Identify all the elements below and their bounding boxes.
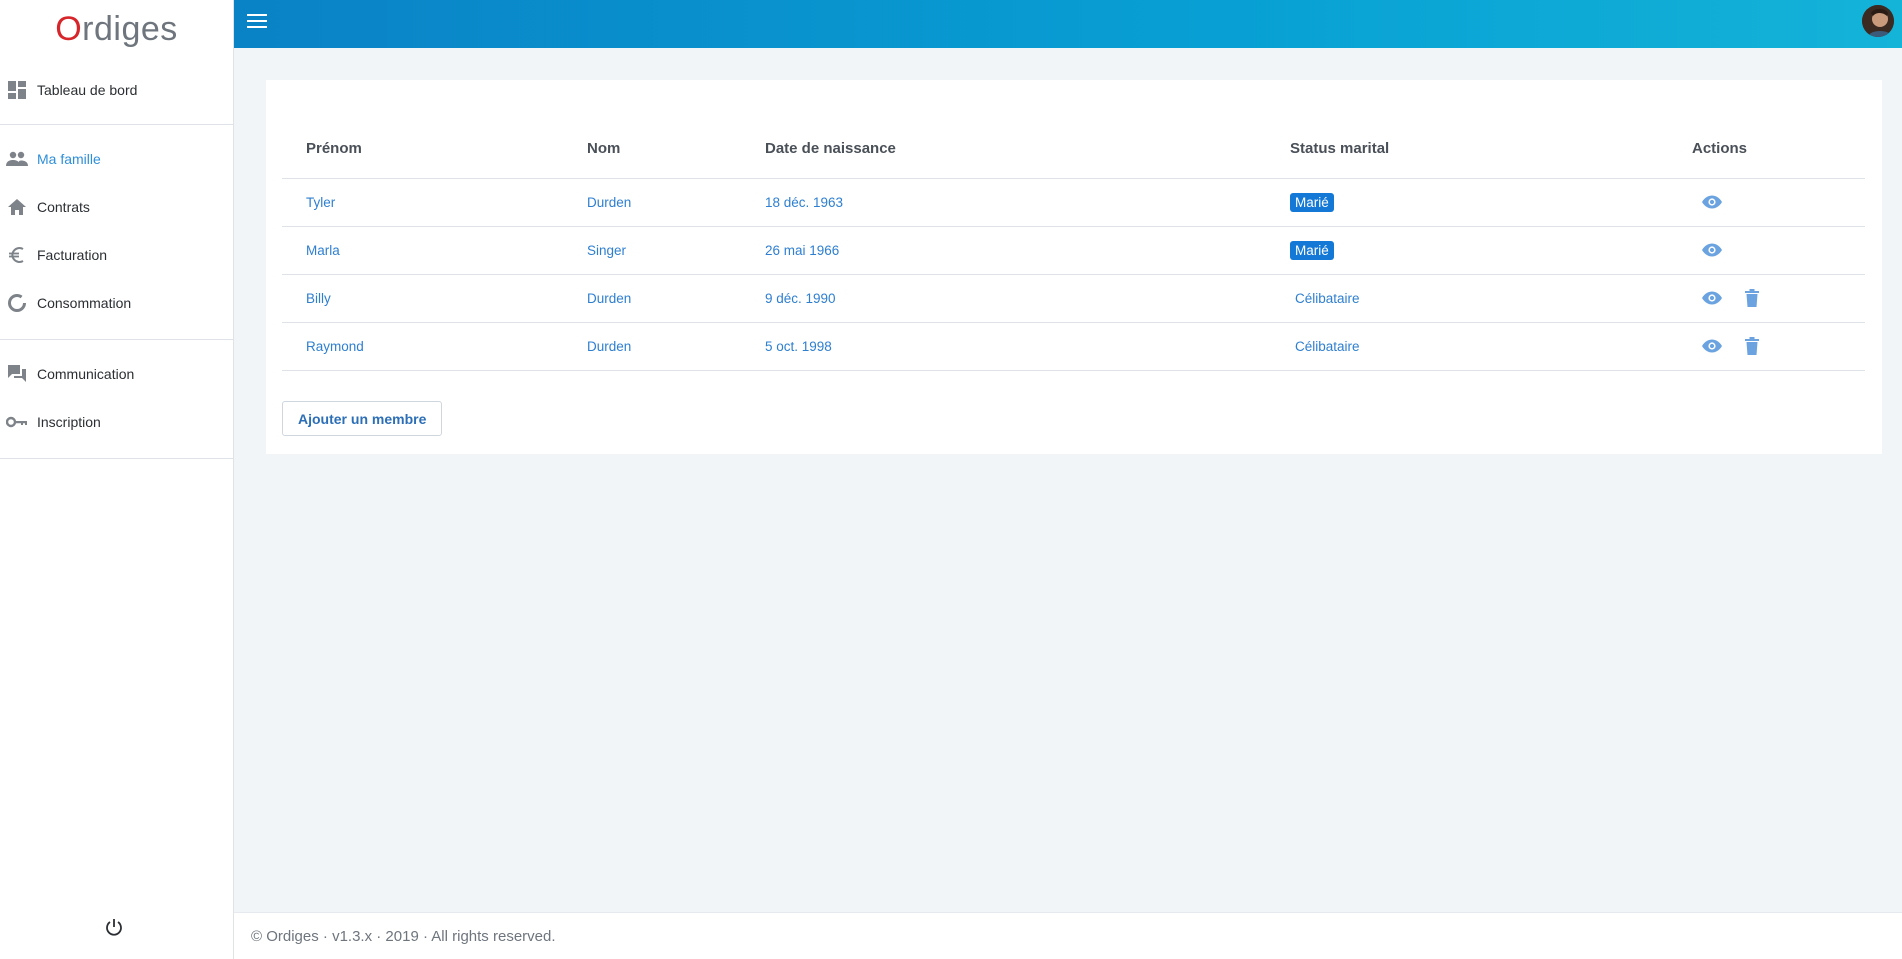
sidebar: Ordiges Tableau de bord Ma famille Contr… [0, 0, 234, 959]
column-header-nom[interactable]: Nom [587, 120, 765, 179]
column-header-date[interactable]: Date de naissance [765, 120, 1290, 179]
logo-first-letter: O [55, 9, 83, 48]
cell-status: Marié [1290, 226, 1692, 275]
dashboard-icon [6, 79, 28, 101]
hamburger-icon[interactable] [247, 14, 267, 30]
cell-prenom[interactable]: Tyler [282, 178, 587, 227]
trash-icon[interactable] [1740, 334, 1764, 358]
table-row[interactable]: Raymond Durden 5 oct. 1998 Célibataire [282, 322, 1865, 371]
cell-prenom[interactable]: Billy [282, 274, 587, 323]
cell-date[interactable]: 5 oct. 1998 [765, 322, 1290, 371]
sidebar-item-contrats[interactable]: Contrats [0, 183, 233, 231]
sidebar-item-communication[interactable]: Communication [0, 350, 233, 398]
family-card: Prénom Nom Date de naissance Status mari… [266, 80, 1882, 454]
column-header-status[interactable]: Status marital [1290, 120, 1692, 179]
key-icon [6, 411, 28, 433]
family-table: Prénom Nom Date de naissance Status mari… [282, 120, 1865, 371]
eye-icon[interactable] [1700, 238, 1724, 262]
chat-icon [6, 363, 28, 385]
sidebar-item-label: Ma famille [37, 151, 101, 167]
column-header-prenom[interactable]: Prénom [282, 120, 587, 179]
sidebar-item-ma-famille[interactable]: Ma famille [0, 135, 233, 183]
table-row[interactable]: Tyler Durden 18 déc. 1963 Marié [282, 178, 1865, 227]
euro-icon [6, 244, 28, 266]
cell-status: Marié [1290, 178, 1692, 227]
sidebar-item-facturation[interactable]: Facturation [0, 231, 233, 279]
status-text: Célibataire [1295, 338, 1360, 354]
app-logo[interactable]: Ordiges [0, 0, 233, 58]
cell-nom[interactable]: Singer [587, 226, 765, 275]
sidebar-item-label: Inscription [37, 414, 101, 430]
cell-prenom[interactable]: Raymond [282, 322, 587, 371]
nav-group-main: Tableau de bord [0, 58, 233, 125]
sidebar-item-tableau-de-bord[interactable]: Tableau de bord [0, 66, 233, 114]
sidebar-item-inscription[interactable]: Inscription [0, 398, 233, 446]
cell-actions [1692, 322, 1865, 371]
status-badge: Marié [1290, 192, 1334, 212]
sidebar-item-consommation[interactable]: Consommation [0, 279, 233, 327]
cell-status: Célibataire [1290, 322, 1692, 371]
cell-actions [1692, 226, 1865, 275]
cell-actions [1692, 274, 1865, 323]
table-row[interactable]: Billy Durden 9 déc. 1990 Célibataire [282, 274, 1865, 323]
top-bar [234, 0, 1902, 48]
power-icon [104, 917, 124, 942]
nav-group-account: Communication Inscription [0, 340, 233, 459]
cell-actions [1692, 178, 1865, 227]
cell-date[interactable]: 9 déc. 1990 [765, 274, 1290, 323]
column-header-actions: Actions [1692, 120, 1865, 179]
eye-icon[interactable] [1700, 334, 1724, 358]
footer-text: © Ordiges · v1.3.x · 2019 · All rights r… [251, 927, 556, 945]
table-header-row: Prénom Nom Date de naissance Status mari… [282, 120, 1865, 179]
table-row[interactable]: Marla Singer 26 mai 1966 Marié [282, 226, 1865, 275]
status-text: Célibataire [1295, 290, 1360, 306]
sidebar-item-label: Tableau de bord [37, 82, 138, 98]
add-member-button[interactable]: Ajouter un membre [282, 401, 443, 436]
cell-status: Célibataire [1290, 274, 1692, 323]
people-icon [6, 148, 28, 170]
donut-icon [6, 292, 28, 314]
cell-nom[interactable]: Durden [587, 274, 765, 323]
eye-icon[interactable] [1700, 190, 1724, 214]
logo-text: rdiges [82, 9, 178, 48]
trash-icon[interactable] [1740, 286, 1764, 310]
cell-date[interactable]: 26 mai 1966 [765, 226, 1290, 275]
avatar[interactable] [1862, 5, 1894, 37]
eye-icon[interactable] [1700, 286, 1724, 310]
sidebar-item-label: Facturation [37, 247, 108, 263]
cell-nom[interactable]: Durden [587, 322, 765, 371]
sidebar-item-label: Communication [37, 366, 135, 382]
cell-prenom[interactable]: Marla [282, 226, 587, 275]
sidebar-item-label: Consommation [37, 295, 132, 311]
home-icon [6, 196, 28, 218]
status-badge: Marié [1290, 240, 1334, 260]
footer: © Ordiges · v1.3.x · 2019 · All rights r… [234, 912, 1902, 959]
logout-button[interactable] [102, 917, 126, 941]
cell-nom[interactable]: Durden [587, 178, 765, 227]
nav-group-family: Ma famille Contrats Facturation Consomma… [0, 125, 233, 340]
sidebar-item-label: Contrats [37, 199, 90, 215]
cell-date[interactable]: 18 déc. 1963 [765, 178, 1290, 227]
